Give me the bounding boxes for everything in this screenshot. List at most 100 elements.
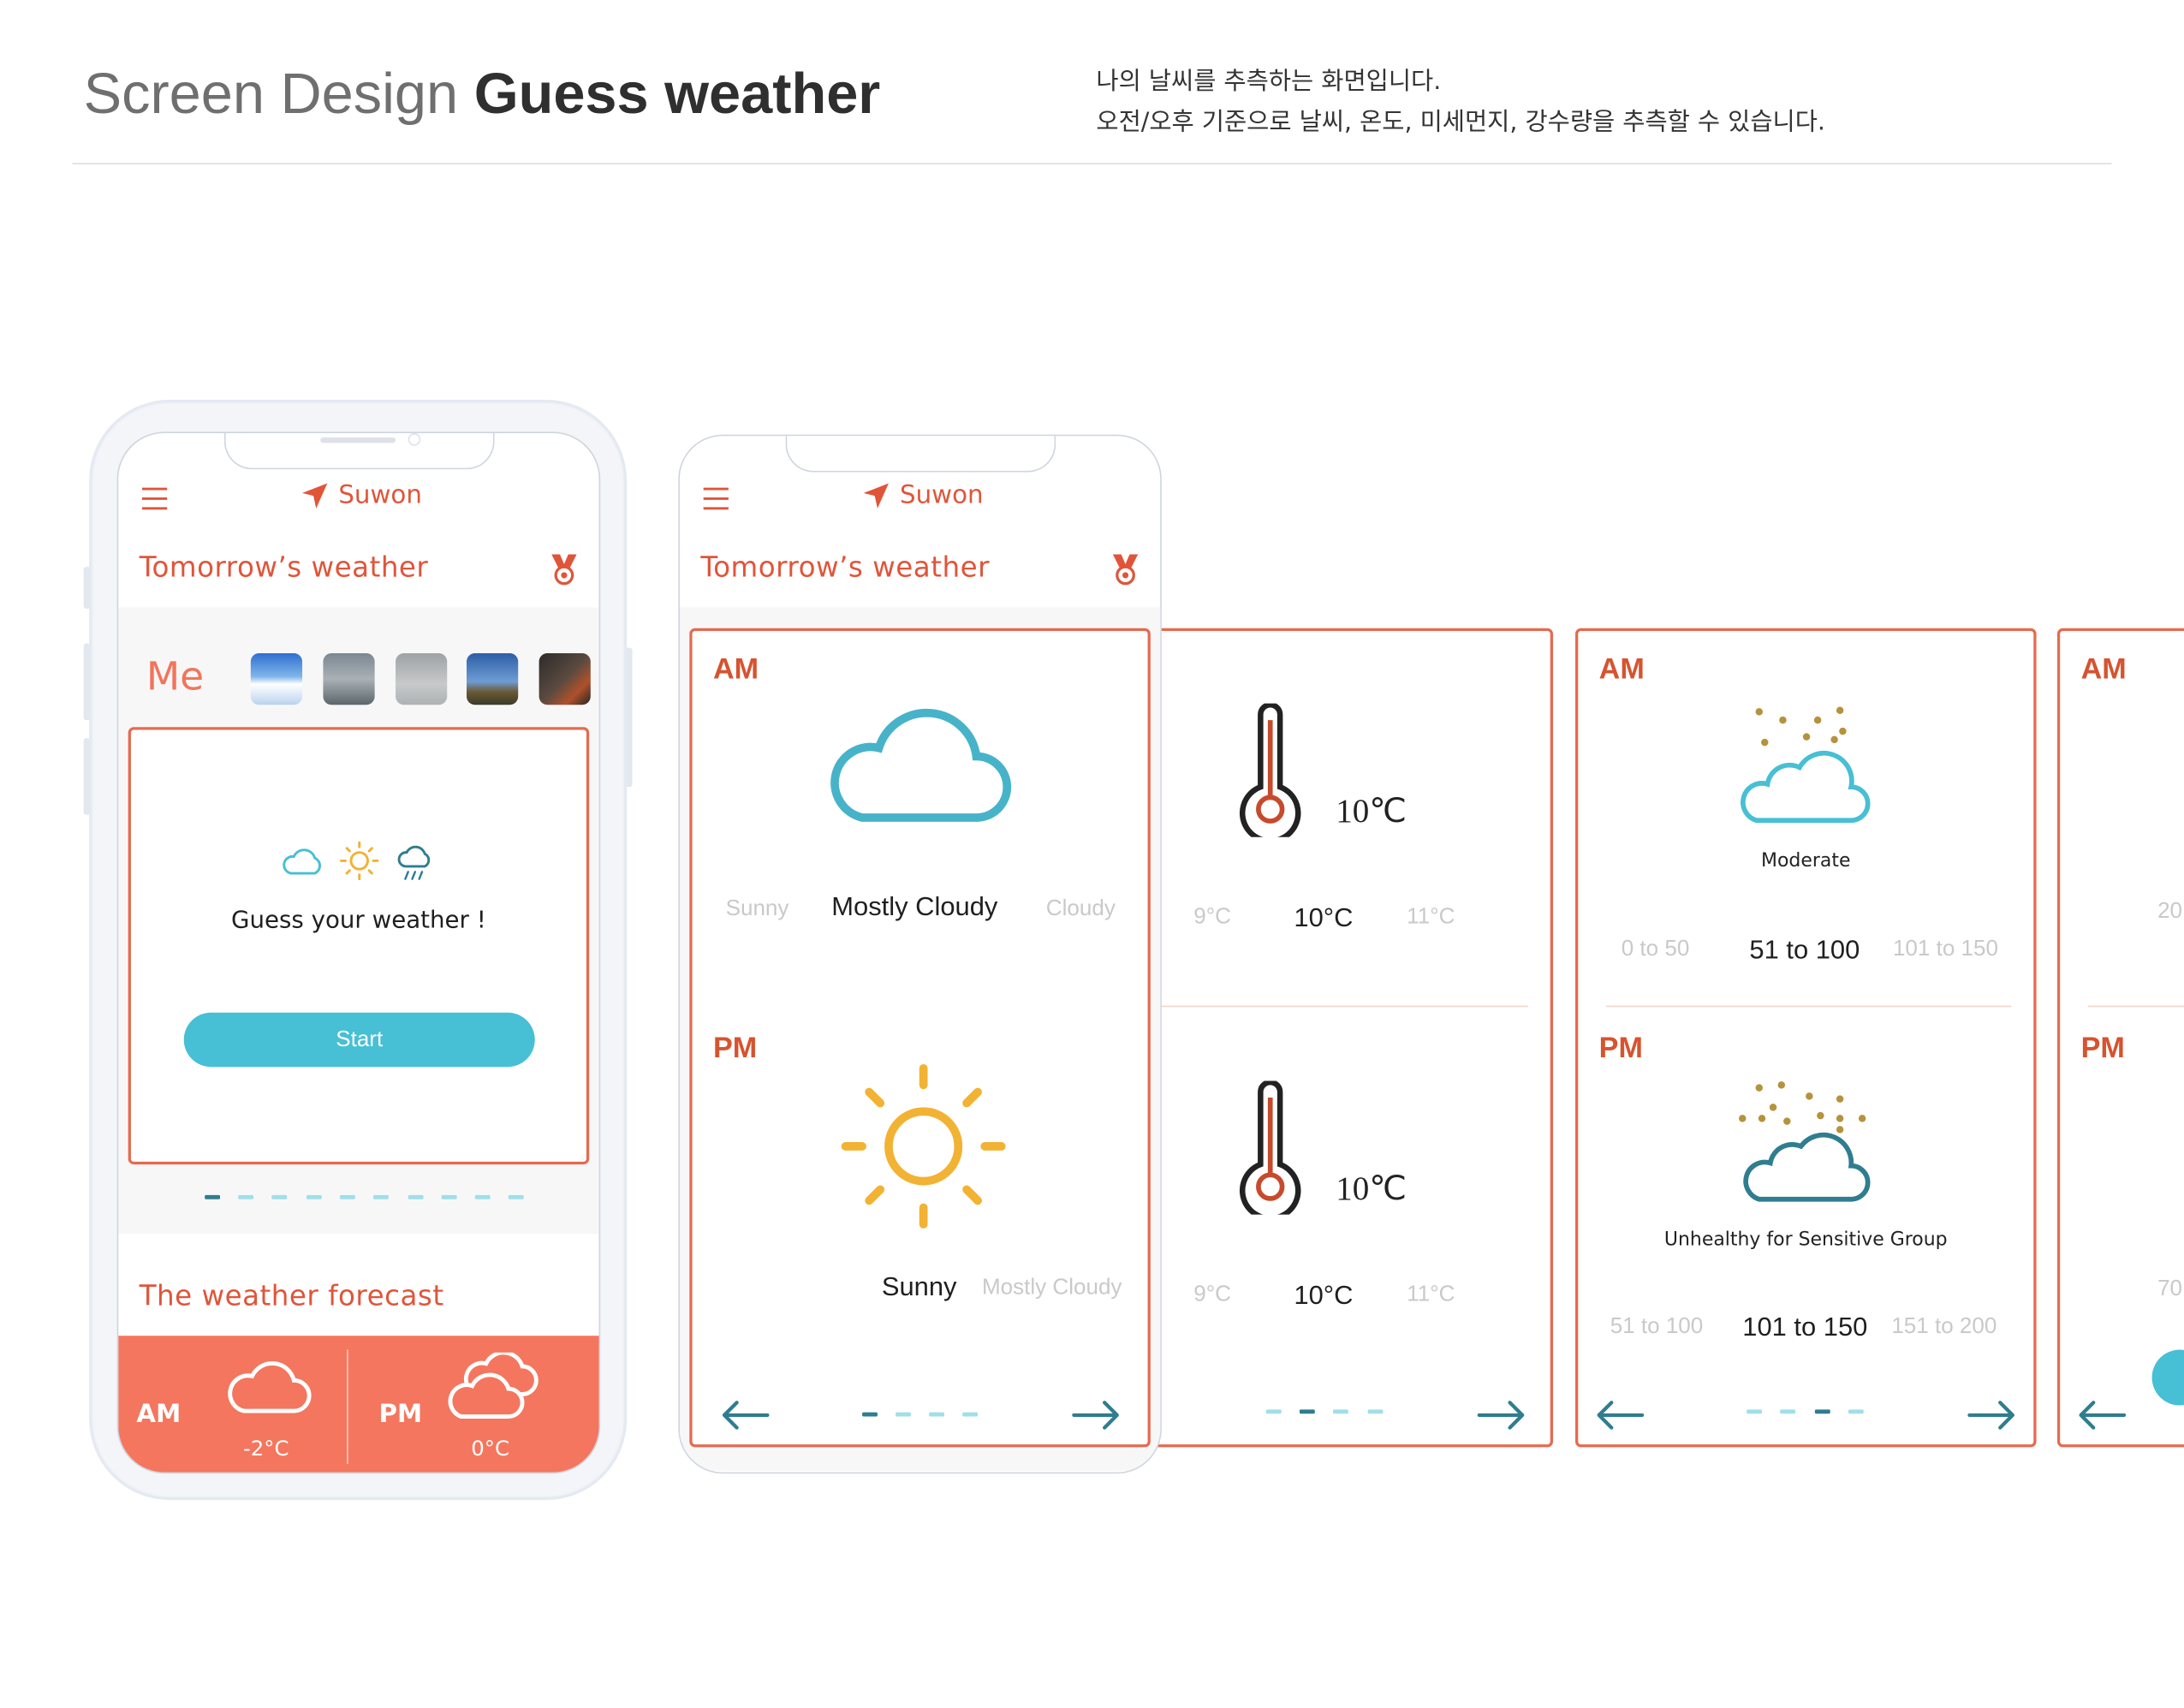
medal-icon[interactable]: [1110, 553, 1141, 586]
pm-option-selected[interactable]: 101 to 150: [1742, 1313, 1867, 1344]
page-indicator[interactable]: [1367, 1409, 1384, 1414]
location-arrow-icon: [302, 483, 328, 509]
cloud-icon: [228, 1361, 312, 1413]
weather-card: AM Sunny Mostly Cloudy Cloudy PM Sunny M…: [689, 628, 1151, 1448]
arrow-right-icon[interactable]: [1071, 1400, 1122, 1431]
photo-thumbnail[interactable]: [539, 653, 591, 705]
pm-option[interactable]: Mostly Cloudy: [982, 1276, 1122, 1300]
page-indicator[interactable]: [306, 1194, 322, 1199]
location-label[interactable]: Suwon: [338, 480, 422, 509]
page-indicator[interactable]: [896, 1412, 911, 1417]
page-indicator[interactable]: [408, 1194, 424, 1199]
menu-icon[interactable]: [141, 487, 170, 510]
forecast-pm-temp: 0°C: [471, 1436, 510, 1461]
pm-label: PM: [1598, 1032, 1643, 1064]
photo-thumbnail[interactable]: [467, 653, 519, 705]
page-indicator[interactable]: [929, 1412, 945, 1417]
am-option[interactable]: 0 to 50: [1622, 937, 1690, 962]
menu-icon[interactable]: [703, 487, 732, 510]
page-indicator[interactable]: [1332, 1409, 1348, 1414]
location-label[interactable]: Suwon: [900, 480, 984, 509]
page-indicator[interactable]: [339, 1194, 355, 1199]
am-label: AM: [1598, 653, 1645, 686]
page-indicator[interactable]: [271, 1194, 288, 1199]
page-indicator[interactable]: [962, 1412, 979, 1417]
phone1-screen: Suwon Tomorrow’s weather Me Guess your w…: [116, 431, 601, 1474]
page-indicator[interactable]: [238, 1194, 254, 1199]
forecast-pm-label: PM: [378, 1400, 423, 1430]
pm-option[interactable]: 151 to 200: [1891, 1315, 1997, 1340]
am-temperature: 10℃: [1336, 794, 1407, 830]
pm-option-selected[interactable]: Sunny: [882, 1273, 957, 1304]
page-indicator[interactable]: [1848, 1409, 1864, 1414]
page-indicator-active[interactable]: [862, 1412, 878, 1417]
page-indicator[interactable]: [1265, 1409, 1282, 1414]
card-divider: [2087, 1005, 2184, 1008]
arrow-left-icon[interactable]: [720, 1400, 771, 1431]
photo-thumbnail[interactable]: [250, 653, 303, 705]
rain-icon: [397, 845, 431, 880]
page-indicator[interactable]: [474, 1194, 491, 1199]
am-status-label: Moderate: [1761, 849, 1851, 872]
photo-thumbnail[interactable]: [323, 653, 375, 705]
am-option[interactable]: Cloudy: [1046, 897, 1116, 922]
cloud-icon: [283, 848, 321, 875]
page-indicator[interactable]: [441, 1194, 457, 1199]
dust-cloud-icon: [1741, 706, 1871, 824]
pm-option[interactable]: 51 to 100: [1610, 1315, 1704, 1340]
page-description: 나의 날씨를 추측하는 화면입니다. 오전/오후 기준으로 날씨, 온도, 미세…: [1096, 62, 1825, 143]
page-indicator[interactable]: [1747, 1409, 1763, 1414]
am-option[interactable]: 9°C: [1193, 905, 1231, 930]
speaker: [320, 437, 396, 443]
pm-label: PM: [712, 1032, 758, 1064]
camera: [408, 432, 421, 446]
title-light: Screen Design: [83, 61, 459, 126]
page-indicator-active[interactable]: [1814, 1409, 1830, 1414]
arrow-right-icon[interactable]: [1477, 1400, 1527, 1431]
dust-card: AM Moderate 0 to 50 51 to 100 101 to 150…: [1575, 628, 2037, 1448]
phone-notch: [223, 432, 495, 470]
title-bold: Guess weather: [473, 61, 881, 126]
forecast-title: The weather forecast: [139, 1278, 444, 1312]
submit-button[interactable]: [2151, 1349, 2184, 1406]
arrow-left-icon[interactable]: [1595, 1400, 1645, 1431]
photo-thumbnail[interactable]: [396, 653, 448, 705]
page-indicator-active[interactable]: [205, 1194, 221, 1199]
pm-option[interactable]: 11°C: [1407, 1282, 1455, 1307]
page-indicator-active[interactable]: [1299, 1409, 1315, 1414]
pm-option[interactable]: 70: [2157, 1277, 2182, 1302]
sun-icon: [841, 1063, 1006, 1229]
am-option[interactable]: Sunny: [726, 897, 789, 922]
page-indicator[interactable]: [508, 1194, 524, 1199]
am-option-selected[interactable]: Mostly Cloudy: [831, 893, 997, 924]
page-title: Screen Design Guess weather: [84, 62, 881, 127]
desc-line-2: 오전/오후 기준으로 날씨, 온도, 미세먼지, 강수량을 추측할 수 있습니다…: [1096, 108, 1825, 137]
arrow-left-icon[interactable]: [2077, 1400, 2127, 1431]
section-title: Tomorrow’s weather: [700, 550, 990, 584]
cloud-icon: [830, 708, 1012, 822]
am-label: AM: [712, 653, 759, 686]
am-option[interactable]: 20: [2157, 900, 2182, 925]
am-option[interactable]: 101 to 150: [1893, 937, 1998, 962]
card-divider: [1605, 1005, 2012, 1008]
am-option-selected[interactable]: 51 to 100: [1749, 936, 1860, 967]
start-button[interactable]: Start: [183, 1012, 535, 1068]
section-title: Tomorrow’s weather: [139, 550, 429, 584]
pm-label: PM: [2080, 1032, 2125, 1064]
page-indicator[interactable]: [373, 1194, 389, 1199]
guess-card: Guess your weather ! Start: [128, 727, 590, 1165]
me-label: Me: [146, 653, 205, 699]
pm-option[interactable]: 9°C: [1193, 1282, 1231, 1307]
guess-prompt: Guess your weather !: [231, 907, 486, 935]
am-option-selected[interactable]: 10°C: [1294, 904, 1353, 935]
am-option[interactable]: 11°C: [1407, 905, 1455, 930]
forecast-panel[interactable]: AM -2°C PM 0°C: [118, 1336, 599, 1473]
design-board: Screen Design Guess weather 나의 날씨를 추측하는 …: [0, 0, 2184, 1708]
pm-option-selected[interactable]: 10°C: [1294, 1282, 1353, 1312]
dust-cloud-icon: [1739, 1081, 1871, 1202]
pm-temperature: 10℃: [1336, 1171, 1407, 1208]
medal-icon[interactable]: [549, 553, 580, 586]
page-indicator[interactable]: [1780, 1409, 1796, 1414]
pm-status-label: Unhealthy for Sensitive Group: [1663, 1228, 1948, 1251]
arrow-right-icon[interactable]: [1967, 1400, 2017, 1431]
